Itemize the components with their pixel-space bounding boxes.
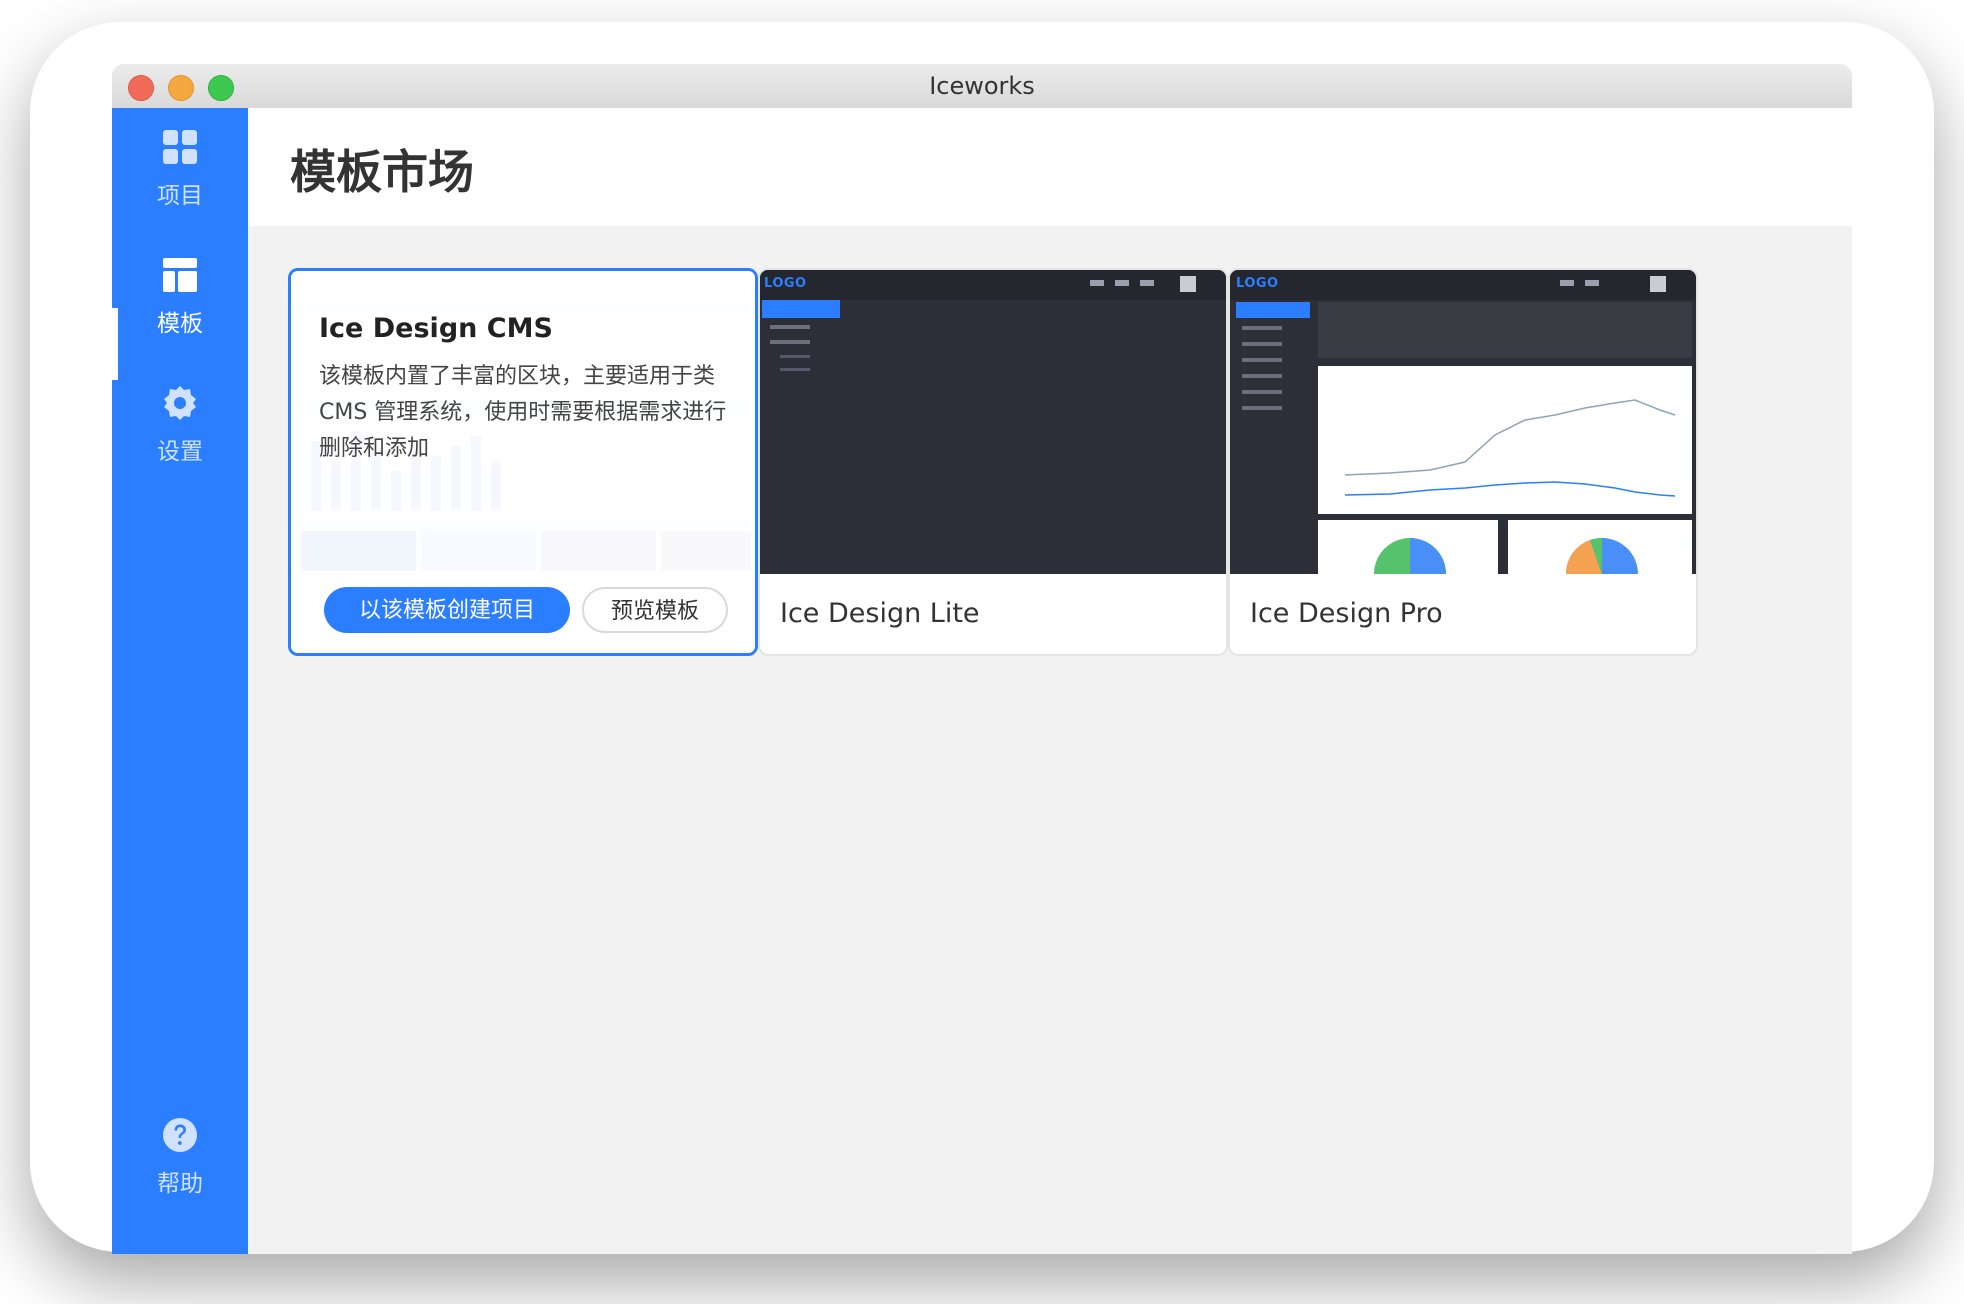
- sidebar-item-templates[interactable]: 模板: [112, 236, 248, 346]
- sidebar-item-label: 项目: [157, 183, 203, 209]
- page-header: 模板市场: [248, 108, 1852, 226]
- sidebar-item-settings[interactable]: 设置: [112, 364, 248, 474]
- title-bar[interactable]: Iceworks: [112, 64, 1852, 109]
- template-logo: LOGO: [1236, 276, 1279, 291]
- preview-template-button[interactable]: 预览模板: [582, 587, 728, 633]
- template-card-pro[interactable]: LOGO Ice Design Pro: [1228, 268, 1698, 656]
- template-title: Ice Design CMS: [319, 313, 553, 344]
- template-preview: LOGO: [760, 270, 1226, 574]
- sidebar-item-label: 模板: [157, 311, 203, 337]
- template-hover-overlay: Ice Design CMS 该模板内置了丰富的区块，主要适用于类 CMS 管理…: [291, 271, 755, 653]
- window-title: Iceworks: [929, 72, 1035, 100]
- gear-icon: [164, 386, 196, 420]
- sidebar-item-label: 帮助: [157, 1171, 203, 1197]
- page-title: 模板市场: [290, 145, 474, 199]
- grid-icon: [163, 130, 197, 164]
- template-thumbnail: [1230, 270, 1696, 574]
- template-thumbnail: [760, 270, 1226, 574]
- sidebar: 项目 模板 设置 帮助: [112, 108, 248, 1254]
- layout-icon: [163, 258, 197, 292]
- template-card-cms[interactable]: Ice Design CMS 该模板内置了丰富的区块，主要适用于类 CMS 管理…: [288, 268, 758, 656]
- template-actions: 以该模板创建项目 预览模板: [291, 571, 755, 653]
- template-preview: LOGO: [1230, 270, 1696, 574]
- template-card-lite[interactable]: LOGO Ice Design Lite: [758, 268, 1228, 656]
- sidebar-item-help[interactable]: 帮助: [112, 1096, 248, 1206]
- template-name: Ice Design Pro: [1250, 598, 1443, 629]
- app-window: Iceworks 项目 模板 设置 帮助 模板市场 Ice Design CMS…: [112, 64, 1852, 1254]
- main-content: 模板市场 Ice Design CMS 该模板内置了丰富的区块，主要适用于类 C…: [248, 108, 1852, 1254]
- template-logo: LOGO: [764, 276, 807, 291]
- sidebar-item-label: 设置: [157, 439, 203, 465]
- template-description: 该模板内置了丰富的区块，主要适用于类 CMS 管理系统，使用时需要根据需求进行删…: [319, 364, 727, 461]
- sidebar-item-projects[interactable]: 项目: [112, 108, 248, 218]
- template-name: Ice Design Lite: [780, 598, 980, 629]
- question-icon: [163, 1118, 197, 1152]
- create-project-button[interactable]: 以该模板创建项目: [324, 587, 570, 633]
